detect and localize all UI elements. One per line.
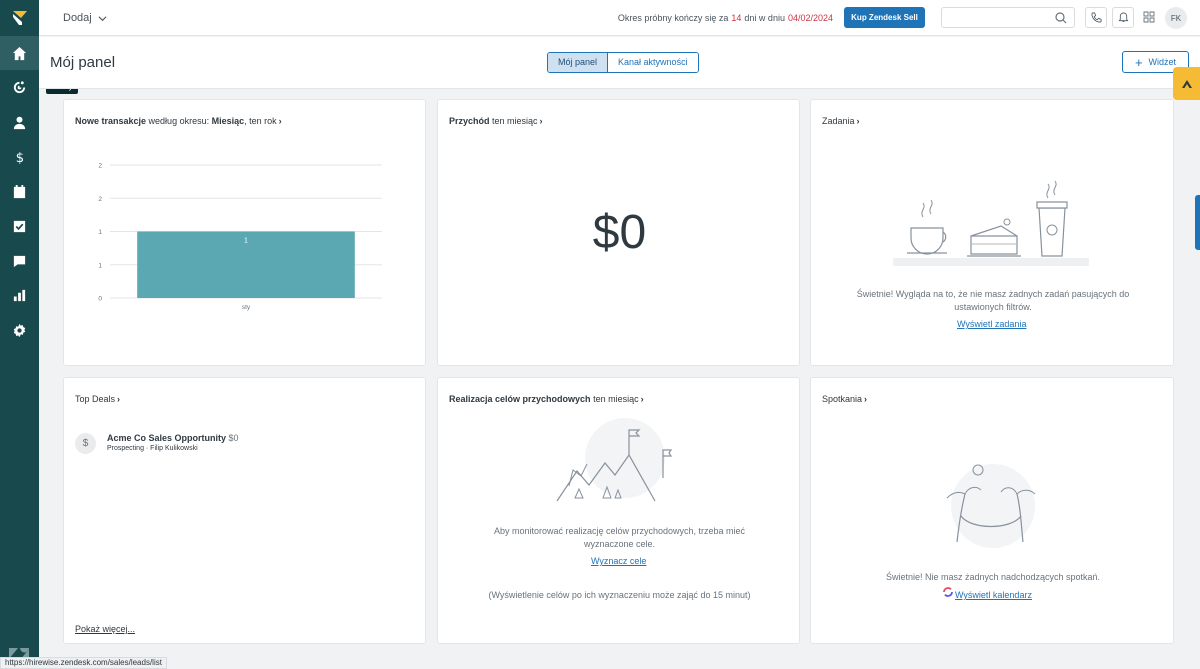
add-dropdown-label: Dodaj [63,12,92,24]
dollar-icon: $ [75,433,96,454]
chevron-right-icon: › [856,116,860,126]
title-part: Nowe transakcje [75,116,147,126]
deal-name[interactable]: Acme Co Sales Opportunity $0 [107,433,239,443]
title-part: według okresu: [146,116,212,126]
chevron-right-icon: › [278,116,282,126]
title-part: Top Deals [75,394,116,404]
sell-logo-icon [1181,79,1192,88]
tab-my-panel[interactable]: Mój panel [548,53,609,72]
title-part: ten miesiąc [590,394,639,404]
tasks-icon[interactable] [0,209,39,243]
zendesk-sell-logo[interactable] [0,0,39,36]
revenue-goals-title[interactable]: Realizacja celów przychodowych ten miesi… [449,394,644,404]
calendar-icon[interactable] [0,174,39,208]
page-title: Mój panel [50,54,116,71]
contacts-icon[interactable] [0,105,39,139]
trial-days: 14 [731,13,742,23]
hammock-illustration-icon [946,464,1036,548]
sidebar: $ [0,0,39,669]
sync-badge-icon[interactable] [940,584,956,600]
settings-icon[interactable] [0,313,39,347]
trial-middle: dni w dniu [744,13,785,23]
goals-note: (Wyświetlenie celów po ich wyznaczeniu m… [488,590,751,600]
meetings-title[interactable]: Spotkania › [822,394,867,404]
chevron-right-icon: › [539,116,543,126]
y-tick-label: 2 [98,163,102,170]
y-tick-label: 0 [98,296,102,303]
mountains-illustration-icon [556,418,673,502]
chevron-right-icon: › [117,394,121,404]
new-deals-chart: 0 1 1 2 2 1 sty [98,163,382,311]
chevron-down-icon [98,15,107,21]
bell-icon [1118,12,1128,23]
title-part: Spotkania [822,394,863,404]
phone-icon [1091,12,1101,23]
tasks-title[interactable]: Zadania › [822,116,860,126]
deals-icon[interactable]: $ [0,140,39,174]
phone-button[interactable] [1085,7,1107,28]
add-dropdown[interactable]: Dodaj [63,0,107,36]
data-label: 1 [244,238,248,245]
reports-icon[interactable] [0,278,39,312]
leads-icon[interactable] [0,70,39,104]
goals-empty-text: Aby monitorować realizację celów przycho… [493,526,746,549]
tab-activity-feed[interactable]: Kanał aktywności [608,53,698,72]
title-part: Przychód [449,116,490,126]
top-deals-card: Top Deals › $ Acme Co Sales Opportunity $… [63,377,426,644]
trial-date: 04/02/2024 [787,13,833,23]
apps-grid-icon[interactable] [1143,11,1155,23]
page-header: Mój panel Mój panel Kanał aktywności + W… [39,37,1200,89]
y-tick-label: 1 [98,229,102,236]
view-calendar-link[interactable]: Wyświetl kalendarz [955,590,1032,600]
revenue-goals-card: Realizacja celów przychodowych ten miesi… [437,377,800,644]
status-bar-url: https://hirewise.zendesk.com/sales/leads… [0,657,167,669]
avatar[interactable]: FK [1165,7,1187,29]
trial-notice: Okres próbny kończy się za 14 dni w dniu… [618,0,836,36]
communication-icon[interactable] [0,244,39,278]
search-icon [1055,12,1067,24]
plus-icon: + [1134,54,1143,70]
revenue-title[interactable]: Przychód ten miesiąc › [449,116,543,126]
title-part: Zadania [822,116,855,126]
title-part: , ten rok [244,116,277,126]
revenue-card: Przychód ten miesiąc › $0 [437,99,800,366]
set-goals-link[interactable]: Wyznacz cele [591,556,646,566]
meetings-empty-text: Świetnie! Nie masz żadnych nadchodzących… [885,572,1101,582]
deal-subtitle: Prospecting · Filip Kulikowski [107,445,198,452]
new-deals-card: Nowe transakcje według okresu: Miesiąc, … [63,99,426,366]
tasks-empty-text: Świetnie! Wygląda na to, że nie masz żad… [856,289,1130,312]
y-tick-label: 1 [98,262,102,269]
side-scroll-indicator[interactable] [1195,195,1200,250]
trial-prefix: Okres próbny kończy się za [617,13,729,23]
x-tick-label: sty [242,304,251,311]
coffee-illustration-icon [893,180,1089,266]
deal-name-text: Acme Co Sales Opportunity [107,433,227,443]
add-widget-label: Widżet [1148,57,1177,67]
view-switch: Mój panel Kanał aktywności [547,52,699,73]
topbar: Dodaj Okres próbny kończy się za 14 dni … [39,0,1200,36]
show-more-link[interactable]: Pokaż więcej... [75,624,135,634]
chevron-right-icon: › [640,394,644,404]
view-tasks-link[interactable]: Wyświetl zadania [957,319,1026,329]
notifications-button[interactable] [1112,7,1134,28]
meetings-card: Spotkania › Świetnie! Nie masz żadnych na… [810,377,1174,644]
buy-button[interactable]: Kup Zendesk Sell [844,7,925,28]
revenue-value: $0 [592,206,647,259]
deal-value: $0 [228,433,239,443]
title-part: ten miesiąc [489,116,538,126]
svg-text:$: $ [16,151,24,165]
side-panel-tab[interactable] [1173,67,1200,100]
chevron-right-icon: › [864,394,868,404]
home-icon[interactable] [0,36,39,70]
title-part: Realizacja celów przychodowych [449,394,591,404]
search-input[interactable] [941,7,1075,28]
tasks-card: Zadania › Świetnie! Wygląda na to, że nie… [810,99,1174,366]
top-deals-title[interactable]: Top Deals › [75,394,120,404]
title-part: Miesiąc [211,116,245,126]
new-deals-title[interactable]: Nowe transakcje według okresu: Miesiąc, … [75,116,282,126]
y-tick-label: 2 [98,196,102,203]
